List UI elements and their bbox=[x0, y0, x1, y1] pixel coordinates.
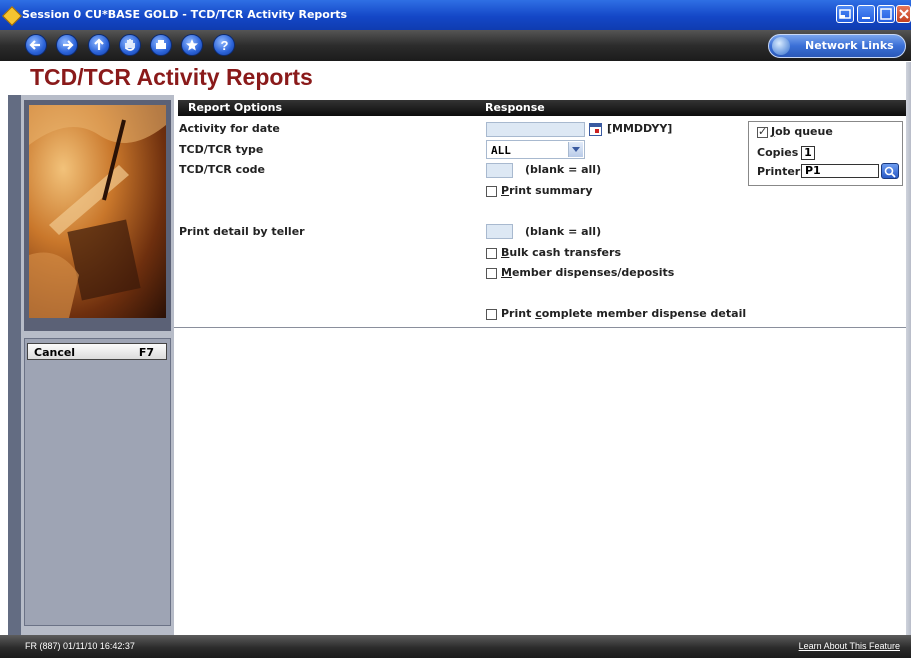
learn-feature-link[interactable]: Learn About This Feature bbox=[799, 641, 900, 651]
bulk-cash-label[interactable]: Bulk cash transfers bbox=[501, 246, 621, 259]
job-queue-checkbox[interactable] bbox=[757, 125, 768, 138]
date-format-hint: [MMDDYY] bbox=[607, 122, 673, 135]
stop-hand-icon[interactable] bbox=[119, 34, 141, 56]
copies-input[interactable]: 1 bbox=[801, 146, 815, 160]
type-select[interactable]: ALL bbox=[486, 140, 585, 159]
back-icon[interactable] bbox=[25, 34, 47, 56]
code-input[interactable] bbox=[486, 163, 513, 178]
content-divider bbox=[174, 327, 906, 328]
page-title: TCD/TCR Activity Reports bbox=[30, 64, 313, 90]
svg-text:?: ? bbox=[221, 38, 229, 53]
help-icon[interactable]: ? bbox=[213, 34, 235, 56]
copies-label: Copies bbox=[757, 146, 799, 159]
left-frame bbox=[8, 95, 21, 635]
up-icon[interactable] bbox=[88, 34, 110, 56]
restore-icon[interactable] bbox=[857, 5, 875, 23]
member-dispenses-label[interactable]: Member dispenses/deposits bbox=[501, 266, 674, 279]
window-title: Session 0 CU*BASE GOLD - TCD/TCR Activit… bbox=[22, 8, 348, 21]
status-bar: FR (887) 01/11/10 16:42:37 Learn About T… bbox=[0, 635, 911, 658]
print-icon[interactable] bbox=[150, 34, 172, 56]
calendar-icon[interactable] bbox=[589, 123, 602, 136]
banner-photo bbox=[29, 105, 166, 318]
teller-label: Print detail by teller bbox=[179, 225, 305, 238]
complete-detail-label[interactable]: Print complete member dispense detail bbox=[501, 307, 746, 320]
photo-caption-band bbox=[24, 323, 171, 331]
activity-date-input[interactable] bbox=[486, 122, 585, 137]
code-label: TCD/TCR code bbox=[179, 163, 266, 176]
job-queue-label[interactable]: Job queue bbox=[771, 125, 833, 138]
printer-input[interactable]: P1 bbox=[801, 164, 879, 178]
member-dispenses-checkbox[interactable] bbox=[486, 268, 497, 279]
cancel-key: F7 bbox=[138, 346, 154, 359]
col-response: Response bbox=[485, 101, 545, 114]
right-edge bbox=[906, 62, 911, 638]
toolbar: ? Network Links bbox=[0, 30, 911, 61]
network-links-label: Network Links bbox=[805, 39, 894, 52]
code-hint: (blank = all) bbox=[525, 163, 602, 176]
favorites-star-icon[interactable] bbox=[181, 34, 203, 56]
type-label: TCD/TCR type bbox=[179, 143, 264, 156]
side-action-panel bbox=[24, 338, 171, 626]
cancel-button[interactable]: Cancel F7 bbox=[27, 343, 167, 360]
title-bar: Session 0 CU*BASE GOLD - TCD/TCR Activit… bbox=[0, 0, 911, 30]
status-info: FR (887) 01/11/10 16:42:37 bbox=[25, 641, 135, 651]
col-report-options: Report Options bbox=[188, 101, 283, 114]
globe-icon bbox=[772, 37, 790, 55]
photo-frame bbox=[24, 100, 171, 330]
minimize-icon[interactable] bbox=[836, 5, 854, 23]
type-selected-value: ALL bbox=[491, 144, 511, 157]
teller-input[interactable] bbox=[486, 224, 513, 239]
printer-label: Printer bbox=[757, 165, 801, 178]
forward-icon[interactable] bbox=[56, 34, 78, 56]
cancel-label: Cancel bbox=[34, 346, 76, 359]
print-summary-checkbox[interactable] bbox=[486, 186, 497, 197]
search-icon[interactable] bbox=[881, 163, 899, 179]
network-links-button[interactable]: Network Links bbox=[768, 34, 906, 58]
chevron-down-icon[interactable] bbox=[568, 142, 583, 157]
app-diamond-icon bbox=[2, 6, 22, 26]
maximize-icon[interactable] bbox=[877, 5, 895, 23]
complete-detail-checkbox[interactable] bbox=[486, 309, 497, 320]
bulk-cash-checkbox[interactable] bbox=[486, 248, 497, 259]
activity-date-label: Activity for date bbox=[179, 122, 280, 135]
teller-hint: (blank = all) bbox=[525, 225, 602, 238]
print-summary-label[interactable]: Print summary bbox=[501, 184, 593, 197]
close-icon[interactable] bbox=[896, 5, 911, 23]
options-header: Report Options Response bbox=[178, 100, 906, 116]
